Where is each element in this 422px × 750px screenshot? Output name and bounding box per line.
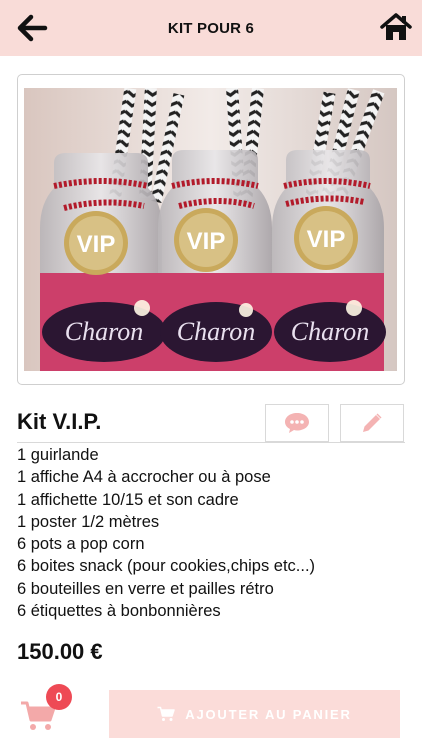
add-to-cart-label: AJOUTER AU PANIER [185,706,352,722]
description-line: 6 pots a pop corn [17,535,145,554]
title-divider [17,442,405,443]
product-photo[interactable]: Charon Charon Charon VIP VIP VIP [24,88,397,371]
top-bar: KIT POUR 6 [0,0,422,56]
speech-bubble-icon [285,413,309,433]
photo-vip-text-2: VIP [187,228,226,255]
photo-name-text-1: Charon [65,317,144,346]
description-line: 1 poster 1/2 mètres [17,512,160,531]
add-to-cart-button[interactable]: AJOUTER AU PANIER [109,690,400,738]
comment-button[interactable] [265,404,329,442]
cart-icon [157,706,176,721]
photo-vip-text-1: VIP [77,231,116,258]
bottles-illustration: Charon Charon Charon VIP VIP VIP [24,88,397,371]
cart-count-badge: 0 [46,684,72,710]
edit-button[interactable] [340,404,404,442]
home-icon[interactable] [380,12,412,42]
description-line: 1 guirlande [17,446,99,464]
back-arrow-icon[interactable] [16,13,48,43]
photo-vip-text-3: VIP [307,226,346,253]
product-title: Kit V.I.P. [17,409,102,434]
photo-name-text-3: Charon [291,317,370,346]
description-line: 1 affiche A4 à accrocher ou à pose [17,468,271,487]
pencil-icon [363,413,382,432]
description-line: 6 boites snack (pour cookies,chips etc..… [17,557,316,576]
description-line: 1 affichette 10/15 et son cadre [17,490,239,509]
description-line: 6 étiquettes à bonbonnières [17,602,221,621]
page-title: KIT POUR 6 [167,19,255,37]
product-price: 150.00 € [17,639,103,664]
product-description: 1 guirlande 1 affiche A4 à accrocher ou … [17,444,412,622]
description-line: 6 bouteilles en verre et pailles rétro [17,579,274,598]
product-image-frame: Charon Charon Charon VIP VIP VIP [17,74,405,385]
photo-name-text-2: Charon [177,317,256,346]
